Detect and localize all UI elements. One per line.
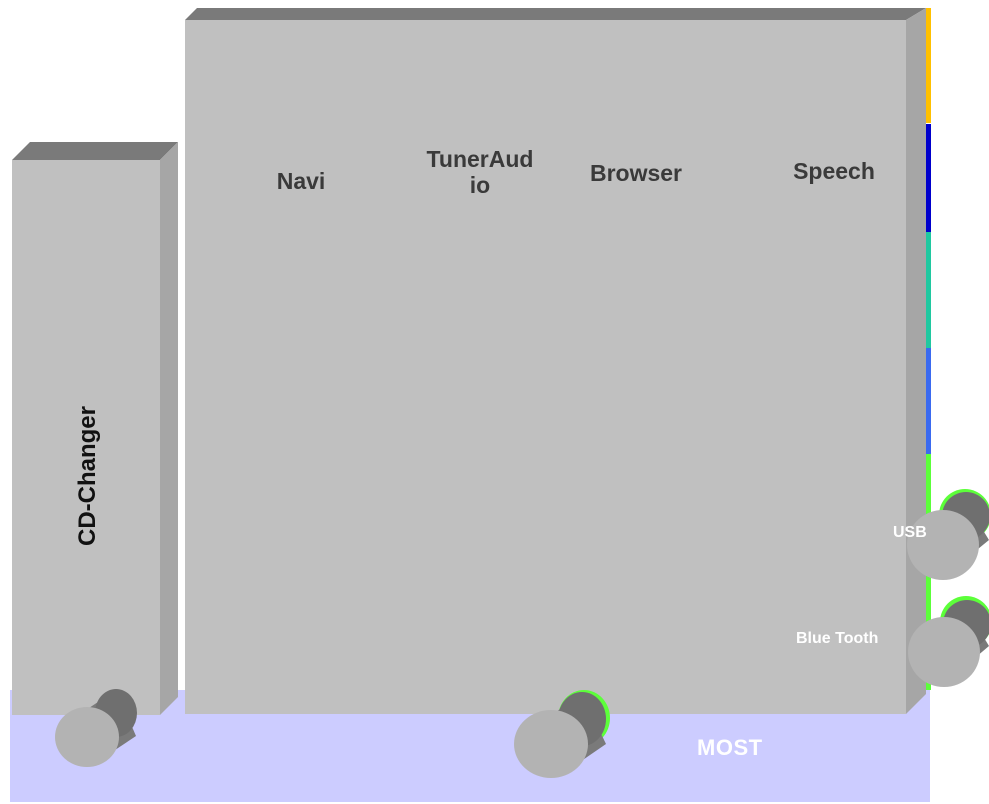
head-unit-face bbox=[185, 20, 906, 714]
head-unit-side bbox=[906, 8, 926, 714]
module-label-speech: Speech bbox=[793, 158, 875, 184]
diagram-canvas bbox=[10, 8, 989, 802]
bluetooth-label: Blue Tooth bbox=[796, 630, 879, 647]
side-strip-teal bbox=[926, 232, 931, 348]
cd-changer-side bbox=[160, 142, 178, 715]
side-strip-royal bbox=[926, 348, 931, 454]
cd-changer-top bbox=[12, 142, 178, 160]
cd-changer-label: CD-Changer bbox=[74, 405, 101, 547]
head-unit-top bbox=[185, 8, 926, 20]
side-strip-yellow bbox=[926, 8, 931, 123]
side-strips bbox=[926, 8, 931, 690]
side-strip-blue bbox=[926, 124, 931, 232]
head-unit-box bbox=[185, 8, 926, 714]
module-label-navi: Navi bbox=[276, 168, 326, 194]
module-label-browser: Browser bbox=[589, 160, 683, 186]
usb-label: USB bbox=[893, 524, 927, 541]
module-label-tuneraudio: TunerAud io bbox=[426, 146, 534, 198]
most-bus-label: MOST bbox=[697, 735, 763, 760]
